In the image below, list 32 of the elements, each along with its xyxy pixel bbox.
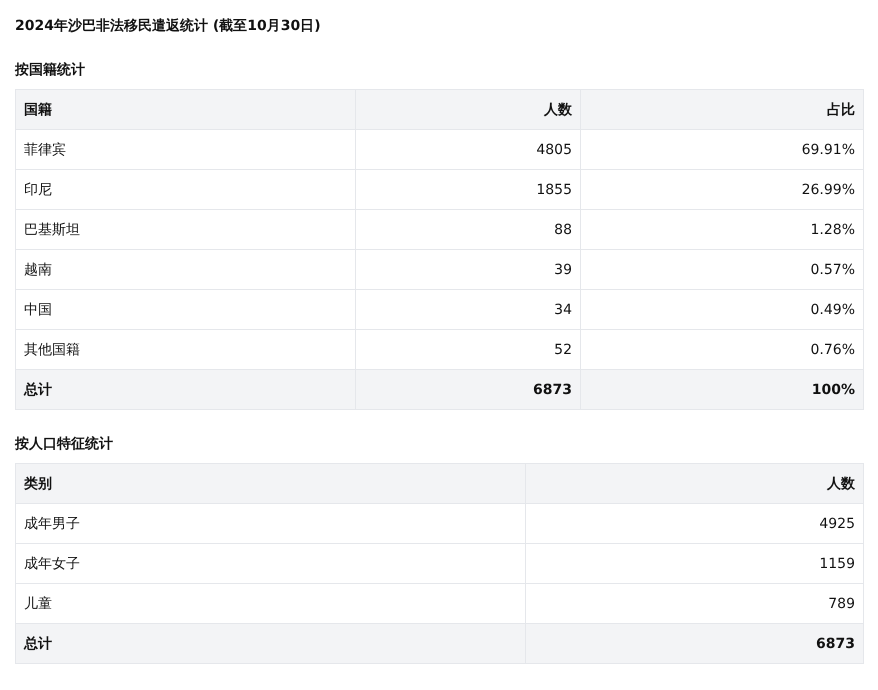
column-header: 类别	[16, 464, 526, 504]
section-heading: 按人口特征统计	[15, 435, 114, 454]
table-cell: 4805	[356, 130, 580, 170]
table-cell: 0.49%	[580, 290, 864, 330]
table-cell: 88	[356, 210, 580, 250]
table-cell: 0.57%	[580, 250, 864, 290]
column-header: 人数	[526, 464, 864, 504]
table-cell: 中国	[16, 290, 356, 330]
table-cell: 39	[356, 250, 580, 290]
column-header: 占比	[580, 90, 864, 130]
total-cell: 总计	[16, 370, 356, 410]
table-cell: 4925	[526, 504, 864, 544]
table-cell: 26.99%	[580, 170, 864, 210]
table-cell: 巴基斯坦	[16, 210, 356, 250]
total-cell: 6873	[526, 624, 864, 664]
table-cell: 1.28%	[580, 210, 864, 250]
table-cell: 34	[356, 290, 580, 330]
table-cell: 成年女子	[16, 544, 526, 584]
table-cell: 1159	[526, 544, 864, 584]
table-cell: 越南	[16, 250, 356, 290]
column-header: 人数	[356, 90, 580, 130]
table-cell: 印尼	[16, 170, 356, 210]
table-cell: 菲律宾	[16, 130, 356, 170]
table-cell: 69.91%	[580, 130, 864, 170]
column-header: 国籍	[16, 90, 356, 130]
section-heading: 按国籍统计	[15, 61, 86, 80]
total-cell: 100%	[580, 370, 864, 410]
page-title: 2024年沙巴非法移民遣返统计 (截至10月30日)	[15, 17, 322, 36]
total-cell: 6873	[356, 370, 580, 410]
table-cell: 1855	[356, 170, 580, 210]
total-cell: 总计	[16, 624, 526, 664]
table-cell: 成年男子	[16, 504, 526, 544]
